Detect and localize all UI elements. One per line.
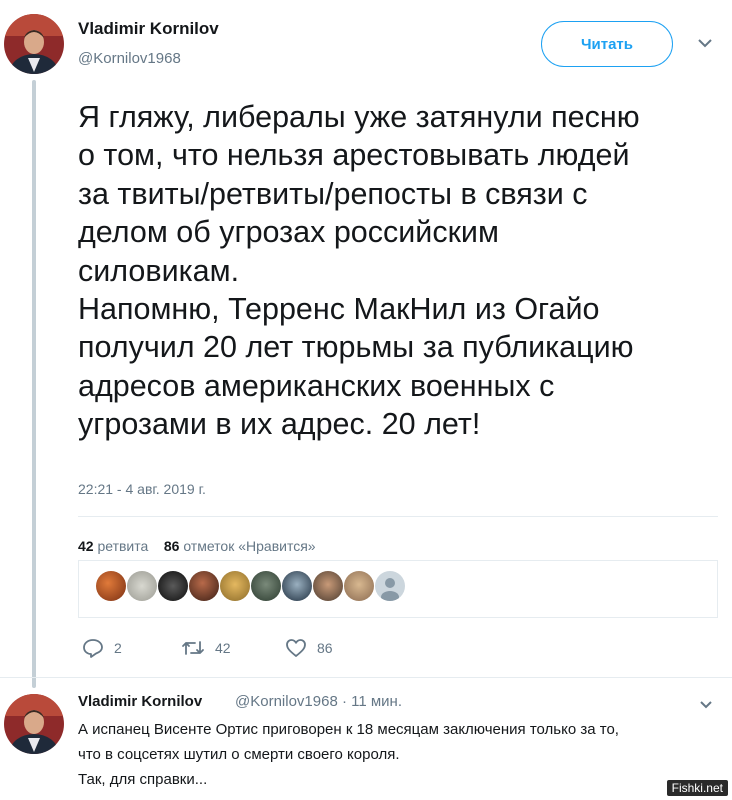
reply-line: Так, для справки... (78, 771, 208, 788)
liker-avatar[interactable] (282, 571, 312, 601)
reply-avatar[interactable] (4, 694, 64, 754)
thread-line (32, 80, 36, 688)
liker-avatar[interactable] (344, 571, 374, 601)
tweet-line: Я гляжу, либералы уже затянули песню (78, 100, 640, 134)
watermark: Fishki.net (666, 780, 728, 796)
tweet-timestamp[interactable]: 22:21 - 4 авг. 2019 г. (78, 481, 206, 497)
tweet-line: за твиты/ретвиты/репосты в связи с (78, 176, 588, 211)
tweet-line: угрозами в их адрес. 20 лет! (78, 407, 481, 442)
reply-action[interactable]: 2 (82, 638, 122, 658)
reply-meta[interactable]: @Kornilov1968 · 11 мин. (235, 693, 402, 710)
tweet-line: о том, что нельзя арестовывать людей (78, 138, 630, 173)
retweet-action[interactable]: 42 (181, 638, 231, 658)
tweet-line: адресов американских военных с (78, 368, 555, 403)
retweet-icon (182, 641, 204, 655)
tweet-text: Я гляжу, либералы уже затянули песню о т… (78, 98, 728, 444)
liker-avatar[interactable] (96, 571, 126, 601)
reply-line: что в соцсетях шутил о смерти своего кор… (78, 746, 400, 763)
reply-line: А испанец Висенте Ортис приговорен к 18 … (78, 721, 619, 738)
likers-avatars (96, 571, 406, 601)
liker-avatar[interactable] (158, 571, 188, 601)
retweet-label[interactable]: ретвита (97, 538, 148, 554)
like-label[interactable]: отметок «Нравится» (183, 538, 315, 554)
tweet-line: Напомню, Терренс МакНил из Огайо (78, 292, 600, 327)
author-handle[interactable]: @Kornilov1968 (78, 50, 181, 67)
reply-count: 2 (114, 640, 122, 656)
tweet-stats: 42 ретвита 86 отметок «Нравится» (78, 538, 316, 554)
like-count[interactable]: 86 (164, 538, 180, 554)
tweet-line: делом об угрозах российским (78, 215, 499, 250)
like-action[interactable]: 86 (285, 638, 333, 658)
reply-author-name[interactable]: Vladimir Kornilov (78, 693, 202, 710)
author-name[interactable]: Vladimir Kornilov (78, 19, 219, 39)
reply-chevron-down-icon[interactable] (699, 697, 713, 713)
tweet-line: силовикам. (78, 253, 240, 288)
reply-text: А испанец Висенте Ортис приговорен к 18 … (78, 717, 723, 792)
tweet-line: получил 20 лет тюрьмы за публикацию (78, 330, 634, 365)
chevron-down-icon[interactable] (697, 36, 713, 52)
retweet-count[interactable]: 42 (78, 538, 94, 554)
follow-button[interactable]: Читать (541, 21, 673, 67)
retweet-action-count: 42 (215, 640, 231, 656)
like-action-count: 86 (317, 640, 333, 656)
liker-avatar[interactable] (189, 571, 219, 601)
divider (78, 516, 718, 517)
divider (0, 677, 732, 678)
heart-icon (286, 639, 306, 657)
liker-avatar[interactable] (220, 571, 250, 601)
default-profile-icon[interactable] (375, 571, 405, 601)
reply-icon (83, 639, 103, 658)
liker-avatar[interactable] (313, 571, 343, 601)
liker-avatar[interactable] (251, 571, 281, 601)
liker-avatar[interactable] (127, 571, 157, 601)
avatar[interactable] (4, 14, 64, 74)
